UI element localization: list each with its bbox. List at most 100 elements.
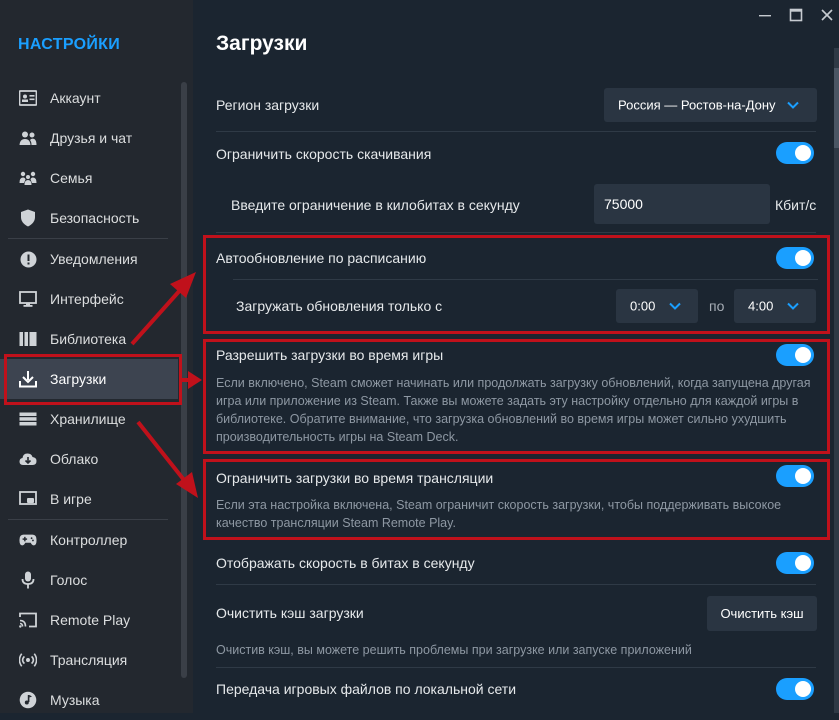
sidebar-item-label: Аккаунт bbox=[50, 90, 101, 106]
limit-during-stream-toggle[interactable] bbox=[776, 465, 814, 487]
update-to-select[interactable]: 4:00 bbox=[734, 289, 816, 323]
microphone-icon bbox=[19, 571, 37, 589]
limit-value-text: 75000 bbox=[604, 196, 643, 212]
lan-transfer-label: Передача игровых файлов по локальной сет… bbox=[216, 681, 517, 697]
sidebar-item-controller[interactable]: Контроллер bbox=[0, 520, 178, 560]
limit-value-input[interactable]: 75000 bbox=[594, 184, 770, 224]
update-to-value: 4:00 bbox=[748, 298, 774, 314]
minimize-button[interactable] bbox=[755, 6, 775, 24]
separator bbox=[216, 667, 816, 668]
main-scrollbar[interactable] bbox=[834, 48, 839, 713]
toggle-knob bbox=[795, 468, 811, 484]
limit-speed-toggle[interactable] bbox=[776, 142, 814, 164]
close-icon bbox=[821, 9, 833, 21]
region-label: Регион загрузки bbox=[216, 97, 320, 113]
clear-cache-label: Очистить кэш загрузки bbox=[216, 605, 364, 621]
sidebar-item-account[interactable]: Аккаунт bbox=[0, 78, 178, 118]
chevron-down-icon bbox=[787, 101, 799, 109]
sidebar-item-security[interactable]: Безопасность bbox=[0, 198, 178, 238]
sidebar-item-label: Безопасность bbox=[50, 210, 140, 226]
clear-cache-description: Очистив кэш, вы можете решить проблемы п… bbox=[216, 643, 692, 657]
chevron-down-icon bbox=[787, 302, 799, 310]
broadcast-icon bbox=[19, 651, 37, 669]
sidebar-item-library[interactable]: Библиотека bbox=[0, 319, 178, 359]
sidebar-item-label: Голос bbox=[50, 572, 88, 588]
maximize-icon bbox=[789, 8, 803, 22]
scrollbar-thumb[interactable] bbox=[834, 68, 839, 148]
separator bbox=[233, 279, 818, 280]
sidebar-item-cloud[interactable]: Облако bbox=[0, 439, 178, 479]
sidebar-item-broadcast[interactable]: Трансляция bbox=[0, 640, 178, 680]
library-icon bbox=[19, 330, 37, 348]
sidebar-item-label: Облако bbox=[50, 451, 99, 467]
bits-per-second-label: Отображать скорость в битах в секунду bbox=[216, 555, 475, 571]
sidebar-item-family[interactable]: Семья bbox=[0, 158, 178, 198]
sidebar-item-downloads[interactable]: Загрузки bbox=[0, 359, 178, 399]
sidebar-item-label: Музыка bbox=[50, 692, 100, 708]
controller-icon bbox=[19, 531, 37, 549]
sidebar-item-label: В игре bbox=[50, 491, 92, 507]
allow-during-game-description: Если включено, Steam сможет начинать или… bbox=[216, 376, 811, 444]
downloads-settings-panel: Загрузки Регион загрузки Россия — Ростов… bbox=[193, 0, 839, 713]
sidebar-item-storage[interactable]: Хранилище bbox=[0, 399, 178, 439]
bits-per-second-toggle[interactable] bbox=[776, 552, 814, 574]
download-icon bbox=[19, 370, 37, 388]
alert-icon bbox=[19, 250, 37, 268]
sidebar-item-friends[interactable]: Друзья и чат bbox=[0, 118, 178, 158]
sidebar-item-label: Хранилище bbox=[50, 411, 126, 427]
page-title: Загрузки bbox=[216, 32, 308, 55]
minimize-icon bbox=[759, 15, 771, 17]
account-card-icon bbox=[19, 89, 37, 107]
toggle-knob bbox=[795, 347, 811, 363]
limit-during-stream-label: Ограничить загрузки во время трансляции bbox=[216, 470, 494, 486]
region-select-value: Россия — Ростов-на-Дону bbox=[618, 97, 776, 113]
settings-sidebar: НАСТРОЙКИ Аккаунт Друзья и чат Семья Без… bbox=[0, 0, 193, 713]
friends-icon bbox=[19, 129, 37, 147]
shield-icon bbox=[19, 209, 37, 227]
close-button[interactable] bbox=[817, 6, 837, 24]
sidebar-item-remote-play[interactable]: Remote Play bbox=[0, 600, 178, 640]
sidebar-item-voice[interactable]: Голос bbox=[0, 560, 178, 600]
separator bbox=[216, 232, 816, 233]
allow-during-game-toggle[interactable] bbox=[776, 344, 814, 366]
music-icon bbox=[19, 691, 37, 709]
in-game-icon bbox=[19, 490, 37, 508]
clear-cache-button[interactable]: Очистить кэш bbox=[707, 596, 817, 631]
sidebar-item-label: Уведомления bbox=[50, 251, 138, 267]
cast-icon bbox=[19, 611, 37, 629]
lan-transfer-toggle[interactable] bbox=[776, 678, 814, 700]
sidebar-item-music[interactable]: Музыка bbox=[0, 680, 178, 720]
limit-value-label: Введите ограничение в килобитах в секунд… bbox=[231, 197, 520, 213]
separator bbox=[216, 131, 816, 132]
sidebar-item-interface[interactable]: Интерфейс bbox=[0, 279, 178, 319]
update-from-select[interactable]: 0:00 bbox=[616, 289, 698, 323]
separator bbox=[216, 584, 816, 585]
sidebar-item-label: Друзья и чат bbox=[50, 130, 133, 146]
update-window-label: Загружать обновления только с bbox=[236, 298, 443, 314]
update-window-sep: по bbox=[709, 298, 725, 314]
toggle-knob bbox=[795, 681, 811, 697]
toggle-knob bbox=[795, 145, 811, 161]
sidebar-item-label: Трансляция bbox=[50, 652, 128, 668]
sidebar-item-label: Интерфейс bbox=[50, 291, 124, 307]
auto-update-label: Автообновление по расписанию bbox=[216, 250, 427, 266]
sidebar-item-notifications[interactable]: Уведомления bbox=[0, 239, 178, 279]
sidebar-scrollbar[interactable] bbox=[181, 82, 187, 678]
toggle-knob bbox=[795, 555, 811, 571]
chevron-down-icon bbox=[669, 302, 681, 310]
limit-speed-label: Ограничить скорость скачивания bbox=[216, 146, 432, 162]
toggle-knob bbox=[795, 250, 811, 266]
auto-update-toggle[interactable] bbox=[776, 247, 814, 269]
sidebar-item-label: Семья bbox=[50, 170, 93, 186]
sidebar-item-in-game[interactable]: В игре bbox=[0, 479, 178, 519]
storage-icon bbox=[19, 410, 37, 428]
cloud-icon bbox=[19, 450, 37, 468]
limit-during-stream-description: Если эта настройка включена, Steam огран… bbox=[216, 498, 782, 530]
update-from-value: 0:00 bbox=[630, 298, 656, 314]
sidebar-item-label: Remote Play bbox=[50, 612, 131, 628]
region-select[interactable]: Россия — Ростов-на-Дону bbox=[604, 88, 817, 122]
maximize-button[interactable] bbox=[786, 6, 806, 24]
sidebar-item-label: Контроллер bbox=[50, 532, 128, 548]
family-icon bbox=[19, 169, 37, 187]
sidebar-item-label: Загрузки bbox=[50, 371, 107, 387]
